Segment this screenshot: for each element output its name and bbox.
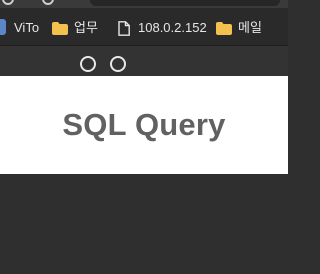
bookmark-icon[interactable]	[0, 19, 6, 35]
file-icon	[118, 20, 130, 36]
reload-icon[interactable]	[42, 0, 54, 5]
tab-icon[interactable]	[2, 0, 14, 5]
content-area	[0, 174, 288, 274]
bookmark-label: 업무	[74, 20, 98, 35]
bookmark-ip-address[interactable]: 108.0.2.152	[118, 19, 207, 37]
bookmark-label: ViTo	[14, 20, 40, 35]
browser-tab-strip	[0, 0, 288, 8]
bookmark-folder-mail[interactable]: 메일	[216, 19, 262, 37]
title-panel: SQL Query	[0, 76, 288, 174]
bookmark-label: 108.0.2.152	[138, 20, 207, 35]
page-toolbar	[0, 46, 288, 76]
folder-icon	[52, 21, 68, 35]
folder-icon	[216, 21, 232, 35]
page-title: SQL Query	[62, 107, 226, 142]
circle-outline-icon[interactable]	[80, 56, 96, 72]
circle-outline-icon[interactable]	[110, 56, 126, 72]
bookmark-vito[interactable]: ViTo	[14, 19, 39, 37]
bookmark-folder-work[interactable]: 업무	[52, 19, 98, 37]
bookmarks-bar: ViTo 업무 108.0.2.152 메일	[0, 8, 288, 46]
address-bar[interactable]	[90, 0, 280, 6]
bookmark-label: 메일	[238, 20, 262, 35]
